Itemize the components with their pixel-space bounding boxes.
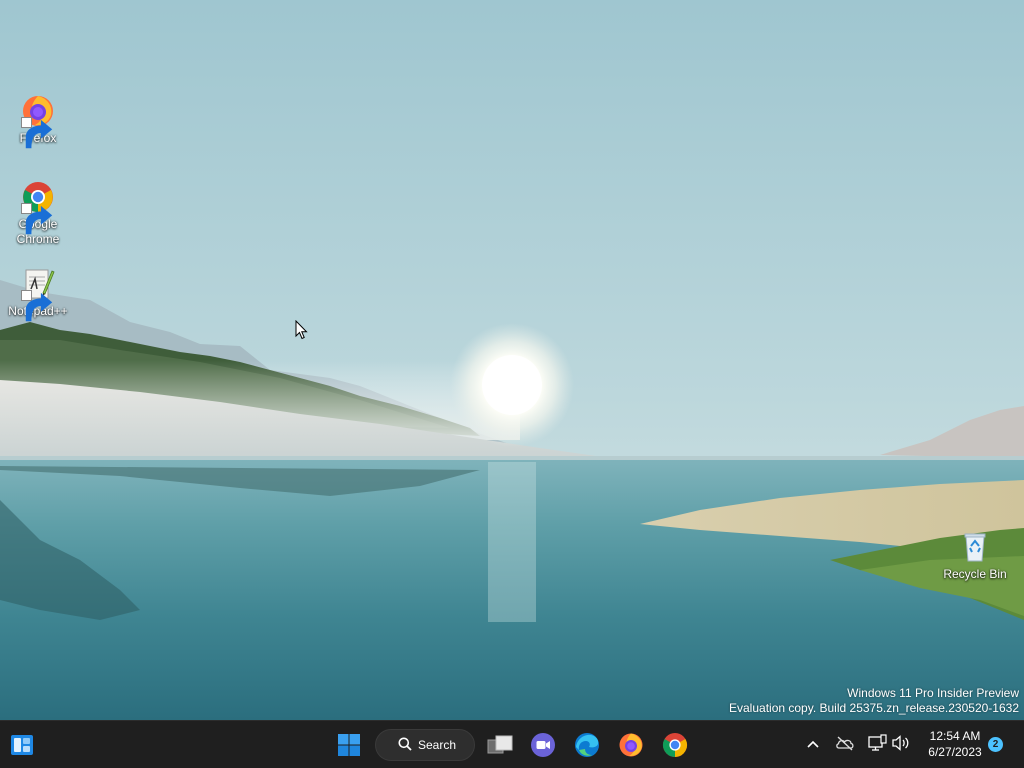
shortcut-arrow-icon: [21, 290, 53, 322]
desktop-icon-label: Recycle Bin: [943, 567, 1007, 581]
desktop-icon-firefox[interactable]: Firefox: [0, 94, 76, 149]
notepad-plus-plus-icon: [21, 267, 55, 322]
taskbar-search-button[interactable]: Search: [375, 729, 475, 761]
firefox-icon: [21, 94, 55, 149]
start-button[interactable]: [331, 727, 367, 763]
chrome-icon: [662, 732, 688, 758]
taskbar-clock[interactable]: 12:54 AM 6/27/2023: [918, 728, 992, 760]
evaluation-watermark: Windows 11 Pro Insider Preview Evaluatio…: [729, 686, 1019, 716]
onedrive-button[interactable]: [833, 733, 857, 757]
notification-count-badge[interactable]: 2: [988, 737, 1003, 752]
taskbar-firefox[interactable]: [613, 727, 649, 763]
volume-icon: [891, 734, 911, 757]
firefox-icon: [618, 732, 644, 758]
network-icon: [867, 733, 887, 757]
desktop-wallpaper: [0, 0, 1024, 720]
onedrive-offline-icon: [835, 735, 855, 756]
desktop-icon-notepad-plus-plus[interactable]: Notepad++: [0, 267, 76, 322]
widgets-button[interactable]: [4, 727, 40, 763]
watermark-build: Evaluation copy. Build 25375.zn_release.…: [729, 701, 1019, 715]
chrome-icon: [21, 180, 55, 235]
desktop-icon-google-chrome[interactable]: Google Chrome: [0, 180, 76, 247]
taskbar-google-chrome[interactable]: [657, 727, 693, 763]
widgets-icon: [9, 732, 35, 758]
clock-time: 12:54 AM: [929, 729, 981, 743]
mouse-pointer-icon: [295, 319, 309, 340]
edge-icon: [574, 732, 600, 758]
taskbar-task-view[interactable]: [482, 727, 518, 763]
teams-meet-icon: [530, 732, 556, 758]
watermark-edition: Windows 11 Pro Insider Preview: [847, 686, 1019, 700]
volume-button[interactable]: [889, 733, 913, 757]
task-view-icon: [487, 734, 513, 756]
taskbar-microsoft-edge[interactable]: [569, 727, 605, 763]
clock-date: 6/27/2023: [928, 745, 982, 759]
shortcut-arrow-icon: [21, 203, 53, 235]
taskbar-teams-meet[interactable]: [525, 727, 561, 763]
windows-start-icon: [337, 733, 361, 757]
show-hidden-icons-button[interactable]: [801, 733, 825, 757]
taskbar: Search 12:54 AM 6/27/2023 2: [0, 720, 1024, 768]
shortcut-arrow-icon: [21, 117, 53, 149]
recycle-bin-icon: [958, 530, 992, 564]
desktop-icon-recycle-bin[interactable]: Recycle Bin: [937, 530, 1013, 582]
network-button[interactable]: [865, 733, 889, 757]
search-label: Search: [418, 738, 457, 752]
search-icon: [398, 737, 412, 754]
chevron-up-icon: [806, 736, 820, 754]
